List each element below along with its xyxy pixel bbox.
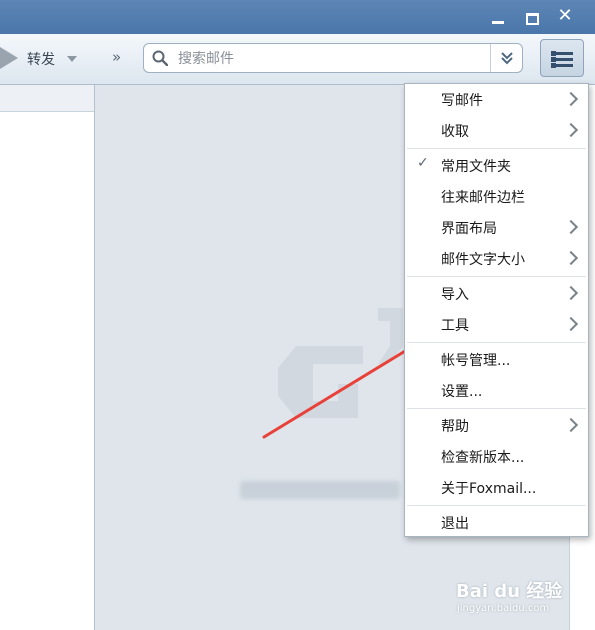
submenu-arrow-icon [563,91,579,107]
submenu-arrow-icon [563,250,579,266]
baidu-watermark: Bai du 经验 [456,581,563,602]
menu-separator [407,342,586,343]
menu-separator [407,276,586,277]
submenu-arrow-icon [563,316,579,332]
checkmark-icon: ✓ [417,155,429,171]
menu-item-about[interactable]: 关于Foxmail... [405,472,588,502]
menu-item-check-update[interactable]: 检查新版本... [405,441,588,471]
menu-item-exit[interactable]: 退出 [405,507,588,537]
submenu-arrow-icon [563,285,579,301]
menu-item-label: 帐号管理... [441,353,511,369]
menu-item-common-folders[interactable]: ✓ 常用文件夹 [405,150,588,180]
baidu-watermark-url: jingyan.baidu.com [457,603,550,614]
menu-item-font-size[interactable]: 邮件文字大小 [405,243,588,273]
menu-item-label: 往来邮件边栏 [441,190,525,206]
menu-item-tools[interactable]: 工具 [405,309,588,339]
menu-item-help[interactable]: 帮助 [405,410,588,440]
menu-separator [407,408,586,409]
menu-item-mail-sidebar[interactable]: 往来邮件边栏 [405,181,588,211]
menu-item-label: 常用文件夹 [441,159,511,175]
menu-item-label: 设置... [441,384,483,400]
menu-item-layout[interactable]: 界面布局 [405,212,588,242]
submenu-arrow-icon [563,219,579,235]
submenu-arrow-icon [563,417,579,433]
menu-separator [407,505,586,506]
menu-item-label: 关于Foxmail... [441,481,537,497]
menu-item-label: 导入 [441,287,469,303]
menu-item-label: 邮件文字大小 [441,252,525,268]
menu-item-compose[interactable]: 写邮件 [405,84,588,114]
menu-item-label: 界面布局 [441,221,497,237]
menu-item-settings[interactable]: 设置... [405,375,588,405]
menu-item-label: 退出 [441,516,469,532]
menu-item-label: 帮助 [441,419,469,435]
menu-separator [407,148,586,149]
submenu-arrow-icon [563,122,579,138]
menu-item-label: 检查新版本... [441,450,525,466]
menu-item-import[interactable]: 导入 [405,278,588,308]
menu-item-label: 工具 [441,318,469,334]
menu-item-receive[interactable]: 收取 [405,115,588,145]
menu-item-account-management[interactable]: 帐号管理... [405,344,588,374]
menu-item-label: 收取 [441,124,469,140]
main-dropdown-menu: 写邮件 收取 ✓ 常用文件夹 往来邮件边栏 界面布局 邮件文字大小 导入 工具 … [404,83,589,537]
menu-item-label: 写邮件 [441,93,483,109]
